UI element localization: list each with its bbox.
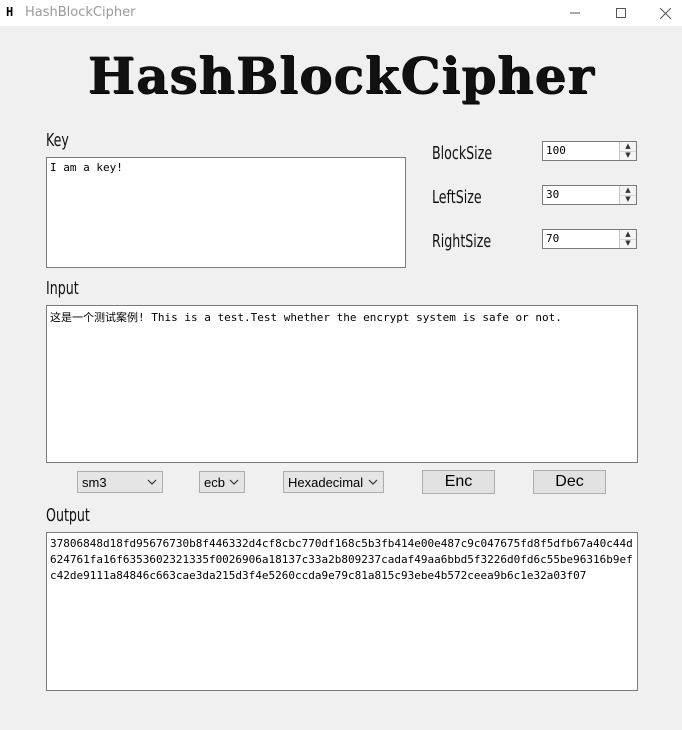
encrypt-button[interactable]: Enc [422,470,495,494]
input-textbox[interactable]: 这是一个测试案例! This is a test.Test whether th… [46,305,638,463]
rightsize-label: RightSize [432,231,492,252]
maximize-icon [616,8,626,18]
output-label: Output [46,505,90,526]
blocksize-label: BlockSize [432,143,493,164]
spin-down-icon[interactable]: ▼ [620,151,636,160]
key-textbox[interactable]: I am a key! [46,157,406,268]
leftsize-value: 30 [546,188,560,201]
chevron-down-icon [368,479,378,485]
hash-algorithm-value: sm3 [82,475,107,490]
minimize-button[interactable] [552,0,598,26]
output-textbox[interactable]: 37806848d18fd95676730b8f446332d4cf8cbc77… [46,532,638,691]
app-icon: H [6,5,14,19]
leftsize-spinner[interactable]: 30 ▲ ▼ [542,185,637,205]
chevron-down-icon [229,479,239,485]
hash-algorithm-select[interactable]: sm3 [77,471,163,493]
decrypt-button[interactable]: Dec [533,470,606,494]
rightsize-spinner[interactable]: 70 ▲ ▼ [542,229,637,249]
spin-down-icon[interactable]: ▼ [620,195,636,204]
close-icon [659,7,671,19]
maximize-button[interactable] [598,0,644,26]
spin-down-icon[interactable]: ▼ [620,239,636,248]
key-label: Key [46,130,69,151]
input-label: Input [46,278,79,299]
leftsize-label: LeftSize [432,187,482,208]
rightsize-value: 70 [546,232,560,245]
blocksize-spinner[interactable]: 100 ▲ ▼ [542,141,637,161]
app-logo: HashBlockCipher [87,46,595,105]
minimize-icon [570,12,580,14]
blocksize-value: 100 [546,144,566,157]
window-title: HashBlockCipher [25,5,136,20]
format-select[interactable]: Hexadecimal [283,471,384,493]
format-value: Hexadecimal [288,475,364,490]
mode-select[interactable]: ecb [199,471,245,493]
close-button[interactable] [642,0,682,26]
mode-value: ecb [204,475,225,490]
chevron-down-icon [147,479,157,485]
title-bar: H HashBlockCipher [0,0,682,26]
